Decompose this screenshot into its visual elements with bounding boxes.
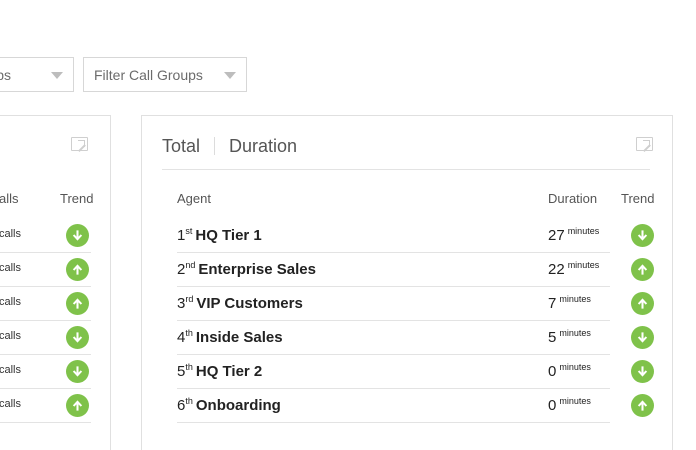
calls-panel: alls Trend calls calls calls calls calls call… [0,115,111,450]
col-head-calls: alls [0,191,19,206]
chevron-down-icon [51,72,63,79]
calls-value: calls [0,228,22,240]
agent-rank-and-name: 3rd VIP Customers [177,294,303,312]
calls-row: calls [0,389,110,423]
trend-down-icon [66,326,89,349]
tab-separator [214,137,216,155]
col-head-trend: Trend [621,191,655,206]
row-divider [177,422,610,423]
trend-up-icon [66,258,89,281]
trend-down-icon [66,224,89,247]
trend-down-icon [631,224,654,247]
calls-row: calls [0,253,110,287]
agent-name: HQ Tier 1 [195,227,262,244]
tab-total[interactable]: Total [162,136,200,157]
calls-value: calls [0,262,22,274]
agent-rank-and-name: 6th Onboarding [177,396,281,414]
calls-row: calls [0,219,110,253]
calls-value: calls [0,364,22,376]
row-divider [0,422,91,423]
trend-up-icon [66,292,89,315]
col-head-trend: Trend [60,191,94,206]
agent-name: Inside Sales [195,329,283,346]
agent-rank-and-name: 5th HQ Tier 2 [177,362,263,380]
agent-row: 2nd Enterprise Sales 22 minutes [142,253,672,287]
duration-value: 0 minutes [548,396,591,414]
col-head-duration: Duration [548,191,598,206]
duration-unit: minutes [559,294,591,304]
calls-row: calls [0,355,110,389]
agent-name: VIP Customers [196,295,303,312]
agent-row: 5th HQ Tier 2 0 minutes [142,355,672,389]
duration-unit: minutes [567,226,600,236]
trend-down-icon [631,326,654,349]
col-head-agent: Agent [177,191,211,206]
trend-up-icon [631,292,654,315]
filter-groups-label: ps [0,66,11,83]
agent-rank-and-name: 2nd Enterprise Sales [177,260,316,278]
rank-suffix: th [185,396,193,406]
agent-name: Onboarding [195,397,281,414]
trend-down-icon [66,360,89,383]
duration-unit: minutes [567,260,600,270]
duration-number: 0 [548,363,557,380]
duration-number: 7 [548,295,557,312]
calls-value: calls [0,330,22,342]
rank-suffix: th [185,362,193,372]
duration-unit: minutes [559,328,591,338]
trend-up-icon [66,394,89,417]
duration-panel: Total Duration Agent Duration Trend 1st H… [141,115,673,450]
chevron-down-icon [224,72,236,79]
duration-number: 27 [548,227,565,244]
calls-value: calls [0,398,22,410]
duration-number: 5 [548,329,557,346]
rank-suffix: th [185,328,193,338]
duration-value: 7 minutes [548,294,591,312]
duration-number: 22 [548,261,565,278]
trend-down-icon [631,360,654,383]
header-divider [162,169,650,170]
filter-call-groups-dropdown[interactable]: Filter Call Groups [83,57,247,92]
duration-number: 0 [548,397,557,414]
duration-unit: minutes [559,396,591,406]
duration-value: 27 minutes [548,226,600,244]
filter-call-groups-label: Filter Call Groups [94,66,203,83]
duration-value: 5 minutes [548,328,591,346]
agent-row: 4th Inside Sales 5 minutes [142,321,672,355]
duration-value: 0 minutes [548,362,591,380]
panel-tabs: Total Duration [162,135,297,157]
agent-name: HQ Tier 2 [195,363,263,380]
agent-row: 1st HQ Tier 1 27 minutes [142,219,672,253]
calls-row: calls [0,321,110,355]
agent-rank-and-name: 1st HQ Tier 1 [177,226,262,244]
duration-unit: minutes [559,362,591,372]
duration-value: 22 minutes [548,260,600,278]
agent-row: 3rd VIP Customers 7 minutes [142,287,672,321]
filter-groups-dropdown[interactable]: ps [0,57,74,92]
agent-row: 6th Onboarding 0 minutes [142,389,672,423]
expand-icon[interactable] [71,137,88,151]
calls-value: calls [0,296,22,308]
rank-suffix: st [185,226,193,236]
rank-suffix: rd [185,294,194,304]
rank-suffix: nd [185,260,196,270]
agent-name: Enterprise Sales [198,261,316,278]
trend-up-icon [631,258,654,281]
expand-icon[interactable] [636,137,653,151]
tab-duration[interactable]: Duration [229,136,297,157]
trend-up-icon [631,394,654,417]
calls-row: calls [0,287,110,321]
agent-rank-and-name: 4th Inside Sales [177,328,283,346]
